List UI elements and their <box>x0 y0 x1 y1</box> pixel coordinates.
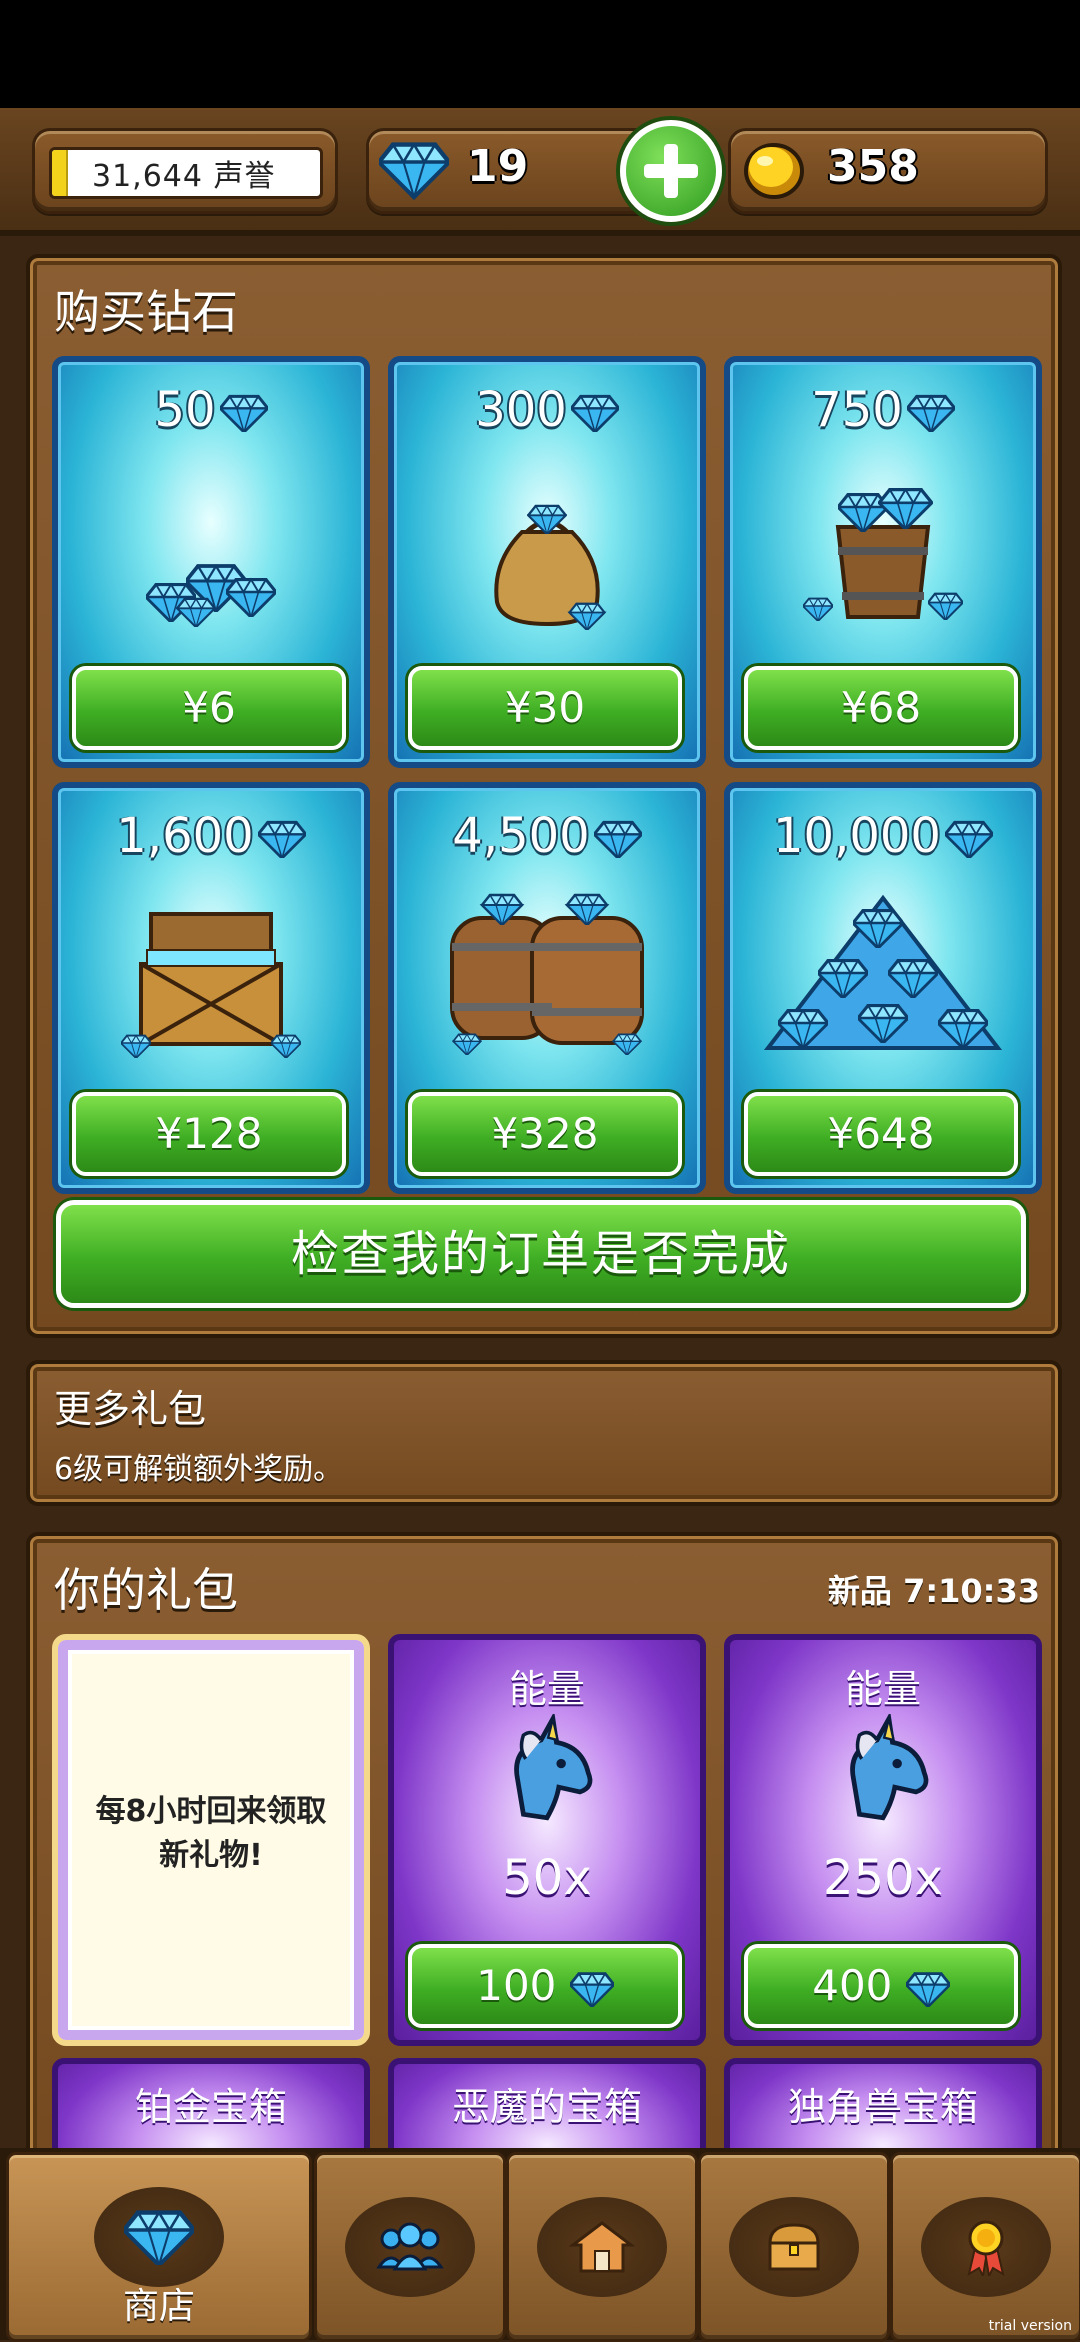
reputation-pill: 31,644 声誉 <box>32 128 338 214</box>
unicorn-icon <box>488 1714 606 1832</box>
nav-achievements[interactable] <box>890 2152 1080 2342</box>
diamond-pack-card[interactable]: 50 ¥6 <box>52 356 370 768</box>
more-packs-panel: 更多礼包 6级可解锁额外奖励。 <box>26 1360 1062 1506</box>
buy-button[interactable]: ¥30 <box>408 666 682 750</box>
resource-bar: 31,644 声誉 19 358 <box>0 108 1080 236</box>
people-icon <box>376 2222 444 2271</box>
free-gift-text: 每8小时回来领取新礼物! <box>95 1794 327 1873</box>
pack-quantity: 50x <box>502 1850 592 1906</box>
buy-button[interactable]: ¥648 <box>744 1092 1018 1176</box>
chest-title: 独角兽宝箱 <box>787 2085 978 2129</box>
diamond-pack-card[interactable]: 1,600 ¥128 <box>52 782 370 1194</box>
gem-icon <box>570 1971 614 2007</box>
nav-icon-hole <box>921 2197 1051 2297</box>
diamond-pack-card[interactable]: 4,500 ¥328 <box>388 782 706 1194</box>
pack-amount: 300 <box>394 382 700 438</box>
gem-icon <box>220 394 268 432</box>
diamond-bucket-icon <box>803 487 963 621</box>
buy-with-gems-button[interactable]: 400 <box>744 1944 1018 2028</box>
reputation-bar: 31,644 声誉 <box>49 147 323 199</box>
treasure-chest-icon <box>121 912 301 1058</box>
nav-icon-hole <box>729 2197 859 2297</box>
unlock-hint: 6级可解锁额外奖励。 <box>54 1452 344 1487</box>
buy-button[interactable]: ¥6 <box>72 666 346 750</box>
gem-count: 19 <box>467 141 529 192</box>
gem-icon <box>571 394 619 432</box>
buy-button[interactable]: ¥328 <box>408 1092 682 1176</box>
diamond-mountain-icon <box>763 894 1003 1050</box>
pack-amount: 4,500 <box>394 808 700 864</box>
gem-icon <box>379 137 449 201</box>
diamond-pile-icon <box>146 564 276 627</box>
gem-icon <box>907 394 955 432</box>
energy-pack-card[interactable]: 能量 250x 400 <box>724 1634 1042 2046</box>
pack-title: 能量 <box>508 1667 585 1711</box>
your-packs-panel: 你的礼包 新品 7:10:33 每8小时回来领取新礼物! 能量 50x 100 … <box>26 1532 1062 2250</box>
bottom-nav: 商店 trial version <box>0 2148 1080 2342</box>
diamond-pack-card[interactable]: 10,000 ¥648 <box>724 782 1042 1194</box>
nav-icon-hole <box>345 2197 475 2297</box>
gem-icon <box>945 820 993 858</box>
pack-amount: 1,600 <box>58 808 364 864</box>
nav-icon-hole <box>537 2197 667 2297</box>
chest-title: 恶魔的宝箱 <box>451 2085 642 2129</box>
panel-title: 购买钻石 <box>54 285 238 339</box>
gem-icon <box>258 820 306 858</box>
panel-title: 你的礼包 <box>54 1563 238 1617</box>
panel-title: 更多礼包 <box>54 1387 207 1431</box>
gem-icon <box>124 2209 194 2265</box>
chest-icon <box>768 2223 820 2271</box>
gem-icon <box>594 820 642 858</box>
nav-label: 商店 <box>122 2286 195 2327</box>
buy-button[interactable]: ¥128 <box>72 1092 346 1176</box>
free-gift-card[interactable]: 每8小时回来领取新礼物! <box>52 1634 370 2046</box>
nav-shop[interactable]: 商店 <box>6 2152 312 2342</box>
coin-icon <box>744 143 804 199</box>
reputation-text: 31,644 声誉 <box>92 159 276 194</box>
buy-diamonds-panel: 购买钻石 50 ¥6 300 ¥30 750 ¥68 1,600 ¥128 4,… <box>26 254 1062 1338</box>
pack-title: 能量 <box>844 1667 921 1711</box>
diamond-pack-card[interactable]: 750 ¥68 <box>724 356 1042 768</box>
pack-amount: 50 <box>58 382 364 438</box>
diamond-barrels-icon <box>450 888 644 1055</box>
gem-icon <box>906 1971 950 2007</box>
coin-count: 358 <box>827 141 919 192</box>
diamond-bag-icon <box>494 504 606 630</box>
pack-amount: 750 <box>730 382 1036 438</box>
add-gems-button[interactable] <box>620 120 722 222</box>
coins-pill: 358 <box>728 128 1048 214</box>
nav-buildings[interactable] <box>506 2152 698 2342</box>
check-orders-button[interactable]: 检查我的订单是否完成 <box>56 1200 1026 1308</box>
status-bar <box>0 0 1080 108</box>
pack-amount: 10,000 <box>730 808 1036 864</box>
buy-with-gems-button[interactable]: 100 <box>408 1944 682 2028</box>
nav-icon-hole <box>94 2187 224 2287</box>
energy-pack-card[interactable]: 能量 50x 100 <box>388 1634 706 2046</box>
trial-version-label: trial version <box>988 2318 1072 2334</box>
diamond-pack-card[interactable]: 300 ¥30 <box>388 356 706 768</box>
unicorn-icon <box>824 1714 942 1832</box>
buy-button[interactable]: ¥68 <box>744 666 1018 750</box>
medal-icon <box>967 2220 1005 2276</box>
new-items-timer: 新品 7:10:33 <box>827 1572 1040 1610</box>
nav-inventory[interactable] <box>698 2152 890 2342</box>
pack-quantity: 250x <box>822 1850 944 1906</box>
chest-title: 铂金宝箱 <box>134 2085 287 2129</box>
reputation-fill <box>52 150 68 196</box>
house-icon <box>568 2221 636 2273</box>
nav-social[interactable] <box>314 2152 506 2342</box>
